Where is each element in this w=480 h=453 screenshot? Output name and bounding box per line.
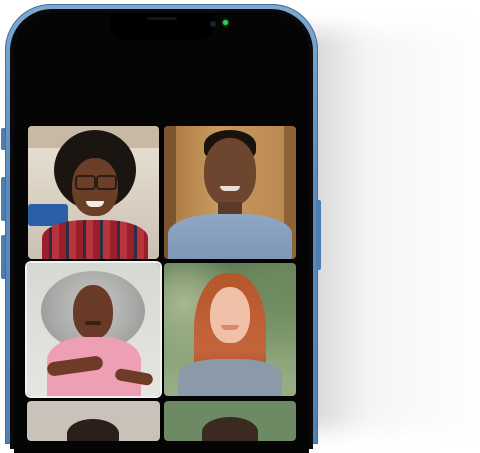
camera-in-use-indicator	[223, 20, 228, 25]
participant-video	[67, 419, 119, 441]
phone-screen	[14, 13, 309, 453]
notch	[110, 13, 216, 40]
video-tile-participant-1[interactable]	[28, 126, 159, 259]
video-tile-participant-4[interactable]	[164, 263, 296, 396]
video-tile-participant-6[interactable]	[164, 401, 296, 441]
video-tile-participant-5[interactable]	[27, 401, 160, 441]
iphone-device	[0, 0, 480, 453]
video-tile-participant-3[interactable]	[27, 263, 160, 396]
earpiece-speaker	[147, 17, 177, 20]
participant-video	[202, 417, 258, 441]
front-camera-icon	[210, 21, 216, 27]
side-button	[316, 200, 321, 270]
video-tile-participant-2[interactable]	[164, 126, 296, 259]
